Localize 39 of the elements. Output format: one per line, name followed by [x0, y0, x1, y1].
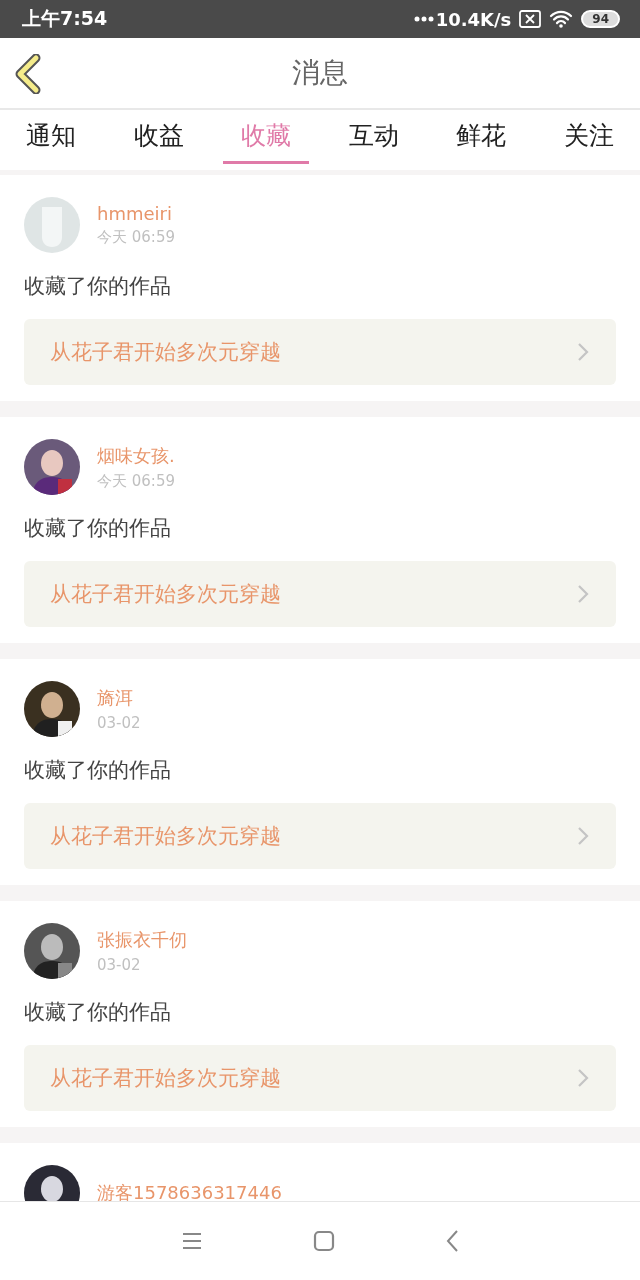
message-text: 收藏了你的作品: [24, 273, 172, 300]
tab[interactable]: 互动: [330, 110, 417, 164]
tab[interactable]: 收藏: [223, 110, 310, 164]
message-text: 收藏了你的作品: [24, 515, 172, 542]
tab[interactable]: 关注: [545, 110, 632, 164]
user-name[interactable]: 张振衣千仞: [97, 928, 187, 952]
work-link[interactable]: 从花子君开始多次元穿越: [24, 561, 616, 627]
page-title: 消息: [292, 55, 348, 91]
message-text: 收藏了你的作品: [24, 999, 172, 1026]
status-time: 上午7:54: [22, 6, 108, 31]
square-icon[interactable]: [313, 1230, 335, 1252]
battery-level: 94: [581, 10, 620, 28]
sim-card-icon: [519, 10, 542, 28]
work-link[interactable]: 从花子君开始多次元穿越: [24, 319, 616, 385]
menu-icon[interactable]: [181, 1232, 203, 1250]
user-name[interactable]: hmmeiri: [97, 203, 175, 224]
message-time: 03-02: [97, 956, 142, 974]
user-name[interactable]: 游客1578636317446: [97, 1181, 282, 1201]
tab[interactable]: 通知: [8, 110, 94, 164]
work-link[interactable]: 从花子君开始多次元穿越: [24, 1045, 616, 1111]
tab[interactable]: 收益: [115, 110, 202, 164]
avatar-icon: [24, 197, 80, 253]
message-time: 今天 06:59: [97, 471, 175, 491]
dots-icon: [413, 16, 434, 22]
chevron-right-icon: [576, 583, 590, 605]
message-time: 今天 06:59: [97, 228, 175, 247]
back-button[interactable]: [14, 54, 42, 94]
back-icon[interactable]: [445, 1229, 459, 1253]
tab[interactable]: 鲜花: [438, 110, 525, 164]
chevron-right-icon: [576, 825, 590, 847]
user-name[interactable]: 烟味女孩.: [97, 443, 175, 468]
chevron-right-icon: [576, 341, 590, 363]
work-link[interactable]: 从花子君开始多次元穿越: [24, 803, 616, 869]
network-speed: 10.4K/s: [435, 8, 512, 30]
wifi-icon: [549, 9, 574, 29]
user-name[interactable]: 旖洱: [97, 686, 141, 710]
chevron-right-icon: [576, 1067, 590, 1089]
message-time: 03-02: [97, 714, 141, 732]
message-text: 收藏了你的作品: [24, 757, 172, 784]
